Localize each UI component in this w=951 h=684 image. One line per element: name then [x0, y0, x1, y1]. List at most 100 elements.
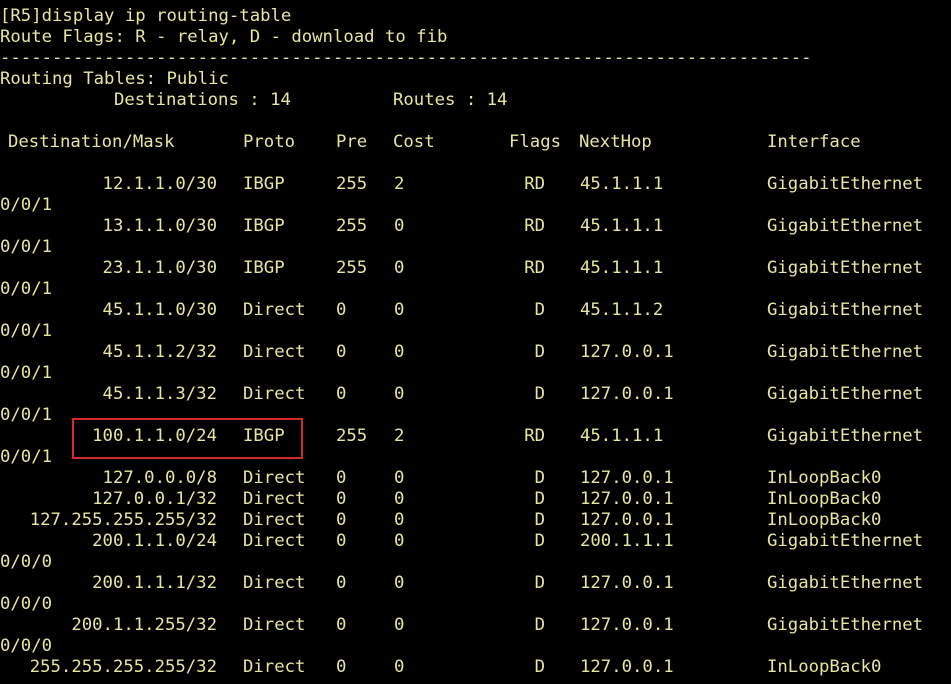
- route-interface: InLoopBack0: [767, 510, 882, 530]
- route-destination: 127.0.0.1/32: [92, 489, 217, 509]
- header-nexthop: NextHop: [579, 132, 652, 152]
- route-destination: 45.1.1.3/32: [102, 384, 217, 404]
- header-pre: Pre: [336, 132, 368, 152]
- route-cost: 0: [394, 258, 405, 278]
- route-destination: 45.1.1.0/30: [102, 300, 217, 320]
- route-flags: D: [534, 489, 545, 509]
- route-cost: 2: [394, 426, 405, 446]
- route-destination: 13.1.1.0/30: [102, 216, 217, 236]
- table-row: 23.1.1.0/30 IBGP 255 0 45.1.1.1 GigabitEthern…: [0, 258, 951, 279]
- route-cost: 0: [394, 657, 405, 677]
- route-proto: IBGP: [243, 258, 285, 278]
- table-row: 127.0.0.0/8 Direct 0 0 127.0.0.1 InLoopBack0 D: [0, 468, 951, 489]
- route-pre: 255: [336, 258, 368, 278]
- route-interface: GigabitEthernet: [767, 573, 924, 593]
- route-interface: InLoopBack0: [767, 468, 882, 488]
- route-cost: 0: [394, 531, 405, 551]
- route-cost: 0: [394, 615, 405, 635]
- route-proto: Direct: [243, 342, 306, 362]
- table-row: 200.1.1.255/32 Direct 0 0 127.0.0.1 GigabitEt…: [0, 615, 951, 636]
- route-interface: GigabitEthernet: [767, 174, 924, 194]
- route-destination: 12.1.1.0/30: [102, 174, 217, 194]
- command-line: [R5]display ip routing-table: [0, 6, 292, 26]
- table-row: 255.255.255.255/32 Direct 0 0 127.0.0.1 InLoo…: [0, 657, 951, 678]
- route-proto: IBGP: [243, 174, 285, 194]
- table-row: 45.1.1.0/30 Direct 0 0 45.1.1.2 GigabitEthern…: [0, 300, 951, 321]
- route-cost: 0: [394, 216, 405, 236]
- route-nexthop: 127.0.0.1: [580, 342, 674, 362]
- route-nexthop: 127.0.0.1: [580, 489, 674, 509]
- table-row: 127.0.0.1/32 Direct 0 0 127.0.0.1 InLoopBack0…: [0, 489, 951, 510]
- route-proto: Direct: [243, 384, 306, 404]
- route-interface: GigabitEthernet: [767, 216, 924, 236]
- table-row: 200.1.1.0/24 Direct 0 0 200.1.1.1 GigabitEthe…: [0, 531, 951, 552]
- route-destination: 127.0.0.0/8: [102, 468, 217, 488]
- route-nexthop: 45.1.1.1: [580, 258, 664, 278]
- route-nexthop: 127.0.0.1: [580, 384, 674, 404]
- route-pre: 0: [336, 300, 347, 320]
- route-nexthop: 45.1.1.1: [580, 174, 664, 194]
- table-row: 127.255.255.255/32 Direct 0 0 127.0.0.1 InLoo…: [0, 510, 951, 531]
- route-nexthop: 127.0.0.1: [580, 615, 674, 635]
- highlight-box: [72, 418, 303, 459]
- header-destination: Destination/Mask: [8, 132, 175, 152]
- interface-continuation: 0/0/1: [0, 321, 53, 341]
- route-nexthop: 127.0.0.1: [580, 573, 674, 593]
- table-row: 13.1.1.0/30 IBGP 255 0 45.1.1.1 GigabitEthern…: [0, 216, 951, 237]
- header-proto: Proto: [243, 132, 296, 152]
- route-cost: 0: [394, 489, 405, 509]
- route-pre: 0: [336, 657, 347, 677]
- route-flags: D: [534, 615, 545, 635]
- route-nexthop: 45.1.1.1: [580, 216, 664, 236]
- route-destination: 23.1.1.0/30: [102, 258, 217, 278]
- route-flags: RD: [524, 216, 545, 236]
- route-interface: GigabitEthernet: [767, 258, 924, 278]
- route-destination: 200.1.1.0/24: [92, 531, 217, 551]
- route-interface: GigabitEthernet: [767, 384, 924, 404]
- terminal-window[interactable]: [R5]display ip routing-table Route Flags…: [0, 0, 951, 684]
- separator-line: ----------------------------------------…: [0, 48, 812, 68]
- route-proto: IBGP: [243, 216, 285, 236]
- route-interface: InLoopBack0: [767, 489, 882, 509]
- route-flags: D: [534, 657, 545, 677]
- route-flags: D: [534, 468, 545, 488]
- route-flags: D: [534, 300, 545, 320]
- route-pre: 255: [336, 216, 368, 236]
- route-pre: 0: [336, 342, 347, 362]
- route-flags: D: [534, 510, 545, 530]
- interface-continuation: 0/0/0: [0, 552, 53, 572]
- route-cost: 0: [394, 573, 405, 593]
- route-pre: 0: [336, 468, 347, 488]
- route-flags: RD: [524, 258, 545, 278]
- route-proto: Direct: [243, 573, 306, 593]
- route-nexthop: 200.1.1.1: [580, 531, 674, 551]
- table-row: 12.1.1.0/30 IBGP 255 2 45.1.1.1 GigabitEthern…: [0, 174, 951, 195]
- route-interface: GigabitEthernet: [767, 615, 924, 635]
- route-nexthop: 45.1.1.1: [580, 426, 664, 446]
- route-proto: Direct: [243, 468, 306, 488]
- route-destination: 255.255.255.255/32: [29, 657, 217, 677]
- header-interface: Interface: [767, 132, 861, 152]
- route-interface: GigabitEthernet: [767, 342, 924, 362]
- flags-legend: Route Flags: R - relay, D - download to …: [0, 27, 448, 47]
- interface-continuation: 0/0/1: [0, 279, 53, 299]
- route-nexthop: 127.0.0.1: [580, 510, 674, 530]
- route-cost: 2: [394, 174, 405, 194]
- route-flags: D: [534, 573, 545, 593]
- table-header: Destination/Mask Proto Pre Cost Flags Ne…: [0, 132, 951, 153]
- route-pre: 255: [336, 426, 368, 446]
- route-cost: 0: [394, 468, 405, 488]
- route-cost: 0: [394, 510, 405, 530]
- route-flags: D: [534, 531, 545, 551]
- route-destination: 127.255.255.255/32: [29, 510, 217, 530]
- route-pre: 0: [336, 489, 347, 509]
- route-interface: InLoopBack0: [767, 657, 882, 677]
- table-title: Routing Tables: Public: [0, 69, 229, 89]
- route-flags: D: [534, 384, 545, 404]
- route-nexthop: 45.1.1.2: [580, 300, 664, 320]
- route-flags: D: [534, 342, 545, 362]
- route-flags: RD: [524, 426, 545, 446]
- route-flags: RD: [524, 174, 545, 194]
- interface-continuation: 0/0/0: [0, 636, 53, 656]
- route-pre: 0: [336, 384, 347, 404]
